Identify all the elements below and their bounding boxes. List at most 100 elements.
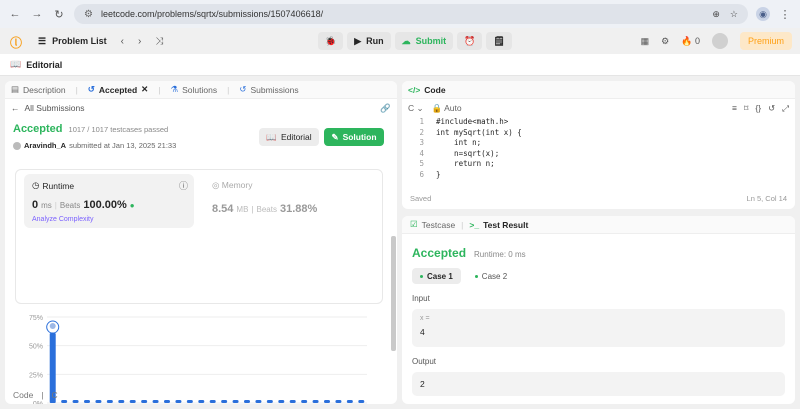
- tab-solutions[interactable]: ⚗ Solutions: [171, 84, 218, 95]
- tab-description[interactable]: ▤ Description: [11, 84, 66, 95]
- code-text: return n;: [436, 159, 495, 168]
- share-link-icon[interactable]: 🔗: [380, 103, 391, 114]
- performance-stats: ◷ Runtime ⓘ 0 ms | Beats 100.00% ● Analyz…: [15, 169, 383, 304]
- editorial-button-label: Editorial: [280, 132, 312, 142]
- code-line[interactable]: 3 int n;: [410, 138, 795, 149]
- zoom-icon[interactable]: ⊕: [712, 9, 720, 20]
- chart-bar[interactable]: [186, 400, 193, 403]
- chart-bar[interactable]: [84, 400, 90, 403]
- braces-icon[interactable]: {}: [755, 103, 761, 114]
- chart-bar[interactable]: [95, 400, 102, 403]
- back-arrow-icon[interactable]: ←: [8, 8, 22, 20]
- code-text: int mySqrt(int x) {: [436, 127, 522, 137]
- chart-bar[interactable]: [335, 400, 342, 403]
- all-submissions-link[interactable]: ← All Submissions 🔗: [5, 99, 397, 117]
- case-2-tab[interactable]: Case 2: [467, 268, 515, 284]
- chart-bar[interactable]: [152, 400, 159, 403]
- format-icon[interactable]: ≡: [732, 103, 737, 114]
- bookmark-star-icon[interactable]: ☆: [730, 9, 738, 20]
- address-bar[interactable]: ⚙ leetcode.com/problems/sqrtx/submission…: [74, 4, 748, 24]
- testcases-passed: 1017 / 1017 testcases passed: [68, 125, 169, 134]
- reload-icon[interactable]: ↻: [52, 8, 66, 21]
- line-number: 1: [419, 117, 424, 126]
- runtime-card[interactable]: ◷ Runtime ⓘ 0 ms | Beats 100.00% ● Analyz…: [24, 174, 194, 228]
- code-tab[interactable]: </> Code: [402, 81, 795, 99]
- chart-bar[interactable]: [106, 400, 113, 403]
- chart-bar[interactable]: [289, 400, 296, 403]
- settings-gear-icon[interactable]: ⚙: [661, 36, 669, 47]
- analyze-complexity-link[interactable]: Analyze Complexity: [32, 216, 186, 223]
- code-line[interactable]: 4 n=sqrt(x);: [410, 149, 795, 160]
- chart-bar[interactable]: [312, 400, 319, 403]
- case-1-tab[interactable]: Case 1: [412, 268, 461, 284]
- memory-card[interactable]: ◎ Memory: [212, 180, 253, 191]
- code-line[interactable]: 2 int mySqrt(int x) {: [410, 128, 795, 139]
- streak-counter[interactable]: 🔥 0: [681, 36, 700, 47]
- chart-bar[interactable]: [255, 400, 262, 403]
- code-body[interactable]: 1 #include<math.h> 2 int mySqrt(int x) {3 i…: [402, 117, 795, 180]
- solution-button[interactable]: ✎ Solution: [324, 128, 384, 146]
- close-tab-icon[interactable]: ✕: [141, 84, 148, 95]
- chart-bar[interactable]: [129, 400, 136, 403]
- bookmark-icon[interactable]: ⌑: [744, 103, 748, 114]
- chart-bar[interactable]: [301, 400, 308, 403]
- chart-bar[interactable]: [324, 400, 330, 403]
- tab-accepted[interactable]: ↺ Accepted ✕: [88, 84, 149, 95]
- code-line[interactable]: 1 #include<math.h>: [410, 117, 795, 128]
- username[interactable]: Aravindh_A: [24, 141, 66, 150]
- autosave-toggle[interactable]: 🔒 Auto: [432, 103, 462, 114]
- chart-bar[interactable]: [278, 400, 285, 403]
- chart-bar[interactable]: [346, 400, 353, 403]
- case-2-label: Case 2: [481, 271, 508, 281]
- user-marker-avatar: [49, 323, 56, 330]
- code-tab-label: Code: [424, 84, 446, 95]
- editorial-button[interactable]: 📖 Editorial: [259, 128, 319, 146]
- chart-bar[interactable]: [198, 400, 205, 403]
- memory-label: Memory: [221, 180, 253, 190]
- premium-button[interactable]: Premium: [739, 32, 792, 50]
- leetcode-logo-icon[interactable]: ⓛ: [10, 34, 24, 50]
- menu-kebab-icon[interactable]: ⋮: [778, 8, 792, 21]
- site-info-icon[interactable]: ⚙: [84, 9, 93, 20]
- tab-submissions[interactable]: ↺ Submissions: [239, 84, 298, 95]
- timer-button[interactable]: ⏰: [457, 32, 483, 50]
- problem-list-button[interactable]: ☰ Problem List: [38, 36, 107, 47]
- chart-bar[interactable]: [72, 400, 79, 403]
- forward-arrow-icon[interactable]: →: [30, 8, 44, 20]
- runtime-beats: 100.00%: [83, 199, 127, 211]
- chart-bar[interactable]: [244, 400, 250, 403]
- chart-bar[interactable]: [61, 400, 68, 403]
- tab-test-result[interactable]: >_ Test Result: [469, 220, 528, 230]
- chart-bar[interactable]: [164, 400, 170, 403]
- submit-button[interactable]: ☁ Submit: [394, 32, 454, 50]
- tab-testcase[interactable]: ☑ Testcase: [410, 219, 455, 230]
- chart-bar[interactable]: [141, 400, 148, 403]
- debug-button[interactable]: 🐞: [318, 32, 344, 50]
- runtime-distribution-chart[interactable]: 75%50%25%0%5ms10ms15ms20ms25ms: [17, 313, 379, 404]
- language-select[interactable]: C ⌄: [408, 103, 424, 114]
- chart-bar[interactable]: [221, 400, 228, 403]
- terminal-icon: >_: [469, 219, 480, 230]
- layout-icon[interactable]: ▦: [641, 36, 650, 47]
- shuffle-icon[interactable]: ⤨: [155, 36, 163, 47]
- chart-bar[interactable]: [175, 400, 182, 403]
- chart-bar[interactable]: [358, 400, 365, 403]
- chart-bar[interactable]: [209, 400, 216, 403]
- left-scrollbar[interactable]: [391, 236, 396, 351]
- profile-icon[interactable]: ◉: [756, 7, 770, 21]
- run-button[interactable]: ▶ Run: [347, 32, 391, 50]
- chart-bar[interactable]: [232, 400, 239, 403]
- info-icon[interactable]: ⓘ: [179, 179, 188, 192]
- prev-problem-icon[interactable]: ‹: [121, 36, 124, 47]
- reset-icon[interactable]: ↺: [768, 103, 775, 114]
- chart-bar[interactable]: [266, 400, 273, 403]
- code-line[interactable]: 5 return n;: [410, 159, 795, 170]
- notes-button[interactable]: 🗒: [486, 32, 512, 50]
- editorial-strip[interactable]: 📖 Editorial: [0, 54, 800, 76]
- user-avatar[interactable]: [711, 33, 728, 49]
- flask-icon: ⚗: [170, 84, 179, 94]
- expand-icon[interactable]: ⤢: [782, 103, 789, 114]
- next-problem-icon[interactable]: ›: [138, 36, 141, 47]
- chart-bar[interactable]: [118, 400, 125, 403]
- code-line[interactable]: 6}: [410, 170, 795, 181]
